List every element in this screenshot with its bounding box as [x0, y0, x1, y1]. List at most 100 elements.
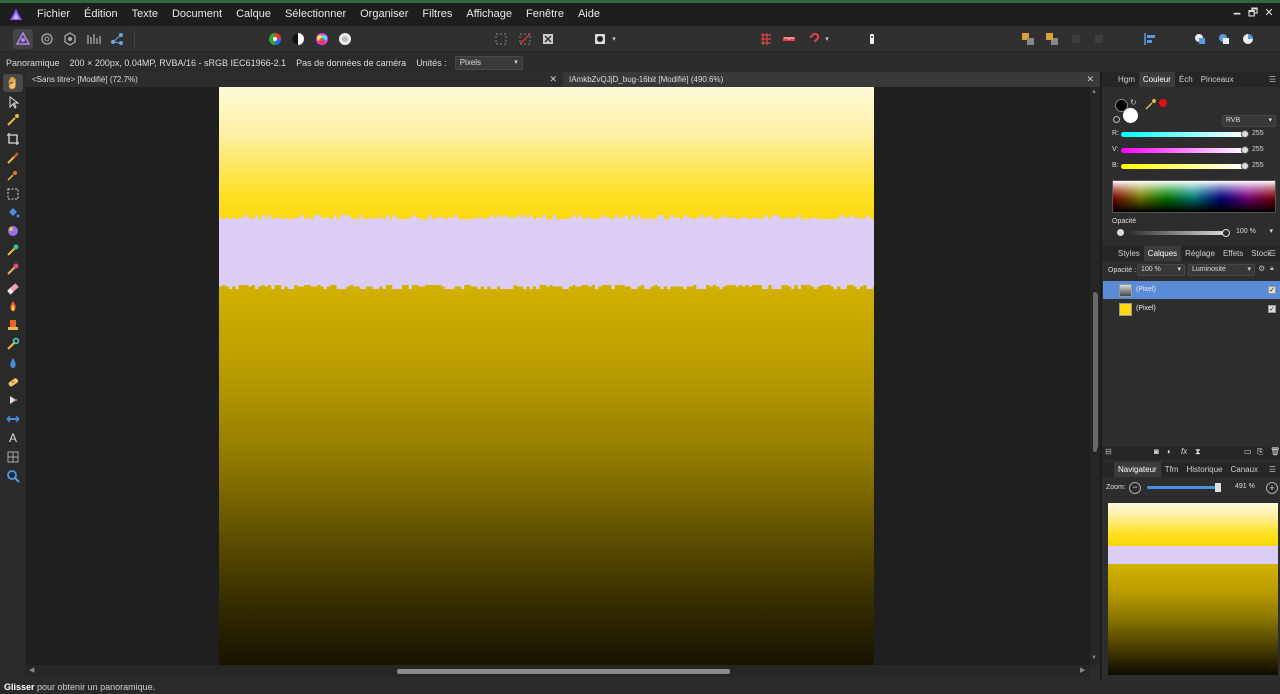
auto-colours-icon[interactable] [313, 30, 331, 48]
snapping-magnet-icon[interactable] [804, 30, 822, 48]
green-value[interactable]: 255 [1252, 146, 1264, 153]
horizontal-scrollbar-thumb[interactable] [397, 669, 730, 674]
erase-brush-tool-icon[interactable] [5, 280, 21, 296]
new-group-icon[interactable]: ▭ [1244, 447, 1252, 456]
pen-tool-icon[interactable] [5, 392, 21, 408]
navigator-panel-menu-icon[interactable]: ☰ [1269, 465, 1276, 474]
red-slider-knob[interactable] [1241, 130, 1249, 138]
view-hand-tool-icon[interactable] [3, 74, 23, 92]
opacity-value-field[interactable]: 100 % ▾ [1233, 227, 1276, 239]
auto-contrast-icon[interactable] [289, 30, 307, 48]
arrange-top-icon[interactable] [1090, 30, 1108, 48]
red-value[interactable]: 255 [1252, 130, 1264, 137]
quick-mask-dropdown-icon[interactable]: ▾ [609, 30, 619, 48]
tab-canaux[interactable]: Canaux [1226, 462, 1262, 477]
tab-styles[interactable]: Styles [1114, 246, 1144, 261]
menu-fichier[interactable]: Fichier [30, 3, 77, 26]
blue-slider-knob[interactable] [1241, 162, 1249, 170]
layer-visibility-checkbox[interactable]: ✓ [1268, 286, 1276, 294]
blend-options-gear-icon[interactable]: ⚙ [1258, 264, 1265, 273]
menu-selectionner[interactable]: Sélectionner [278, 3, 353, 26]
layers-panel-toggle-icon[interactable]: ⊟ [1105, 447, 1112, 456]
clone-brush-tool-icon[interactable] [5, 317, 21, 333]
tab-historique[interactable]: Historique [1182, 462, 1226, 477]
layers-scrollbar-thumb[interactable] [1094, 293, 1098, 448]
marquee-tool-icon[interactable] [5, 186, 21, 202]
scroll-left-icon[interactable]: ◀ [29, 666, 34, 674]
quick-mask-icon[interactable] [591, 30, 609, 48]
menu-filtres[interactable]: Filtres [415, 3, 459, 26]
zoom-value-field[interactable]: 491 % [1232, 482, 1262, 494]
snapping-grid-icon[interactable] [757, 30, 775, 48]
arrange-forward-icon[interactable] [1043, 30, 1061, 48]
stroke-colour-swatch[interactable] [1123, 108, 1138, 123]
navigator-thumbnail[interactable] [1108, 503, 1278, 675]
healing-brush-tool-icon[interactable] [5, 261, 21, 277]
tab-transform[interactable]: Tfm [1161, 462, 1183, 477]
tab-sans-titre-close-icon[interactable]: ✕ [549, 72, 557, 87]
boolean-intersect-icon[interactable] [1239, 30, 1257, 48]
colour-spectrum[interactable] [1112, 180, 1276, 213]
tab-pinceaux[interactable]: Pinceaux [1197, 72, 1238, 87]
auto-white-balance-icon[interactable] [336, 30, 354, 48]
blemish-removal-tool-icon[interactable] [5, 336, 21, 352]
layer-row[interactable]: (Pixel) ✓ [1103, 281, 1280, 299]
align-icon[interactable] [1141, 30, 1159, 48]
red-slider-track[interactable] [1121, 132, 1246, 137]
zoom-tool-icon[interactable] [5, 468, 21, 484]
zoom-out-button[interactable]: − [1129, 482, 1141, 494]
marquee-selection-icon[interactable] [492, 30, 510, 48]
invert-selection-icon[interactable] [539, 30, 557, 48]
photo-persona-icon[interactable] [13, 29, 33, 49]
menu-calque[interactable]: Calque [229, 3, 278, 26]
tab-reglage[interactable]: Réglage [1181, 246, 1219, 261]
boolean-add-icon[interactable] [1191, 30, 1209, 48]
text-tool-icon[interactable]: A [5, 430, 21, 446]
zoom-in-button[interactable]: + [1266, 482, 1278, 494]
develop-persona-icon[interactable] [61, 30, 79, 48]
snapping-dropdown-icon[interactable]: ▾ [822, 30, 832, 48]
mask-layer-icon[interactable]: ◙ [1154, 447, 1159, 456]
auto-levels-icon[interactable] [266, 30, 284, 48]
liquify-persona-icon[interactable] [38, 30, 56, 48]
layers-panel-menu-icon[interactable]: ☰ [1269, 249, 1276, 258]
opacity-slider-knob[interactable] [1222, 229, 1230, 237]
mesh-warp-tool-icon[interactable] [5, 449, 21, 465]
opacity-slider-track[interactable] [1130, 231, 1226, 235]
paint-brush-tool-icon[interactable] [5, 223, 21, 239]
menu-aide[interactable]: Aide [571, 3, 607, 26]
menu-edition[interactable]: Édition [77, 3, 125, 26]
colour-picker-tool-icon[interactable] [5, 112, 21, 128]
document-image[interactable] [219, 87, 874, 665]
delete-layer-icon[interactable]: 🗑︎ [1270, 447, 1280, 456]
tab-bug-16bit-close-icon[interactable]: ✕ [1086, 72, 1094, 87]
colour-model-select[interactable]: RVB ▾ [1222, 115, 1276, 127]
tab-couleur[interactable]: Couleur [1138, 72, 1175, 87]
scroll-down-icon[interactable]: ▼ [1091, 655, 1097, 661]
tab-sans-titre[interactable]: <Sans titre> [Modifié] (72.7%) ✕ [26, 72, 563, 87]
swap-colours-icon[interactable]: ↻ [1130, 98, 1137, 107]
adjustment-layer-icon[interactable]: ◐ [1167, 447, 1172, 456]
tab-histogram[interactable]: Hgm [1114, 72, 1139, 87]
boolean-subtract-icon[interactable] [1215, 30, 1233, 48]
blend-mode-select[interactable]: Luminosité ▾ [1188, 264, 1255, 276]
picked-colour-swatch[interactable] [1159, 99, 1167, 107]
menu-texte[interactable]: Texte [125, 3, 165, 26]
units-select[interactable]: Pixels ▾ [454, 55, 523, 70]
colour-picker-icon[interactable] [1145, 97, 1157, 115]
tab-navigateur[interactable]: Navigateur [1114, 462, 1161, 477]
zoom-slider-knob[interactable] [1215, 483, 1221, 492]
blue-slider-track[interactable] [1121, 164, 1246, 169]
scroll-right-icon[interactable]: ▶ [1080, 666, 1085, 674]
colour-replacement-tool-icon[interactable] [5, 242, 21, 258]
close-window-button[interactable]: ✕ [1258, 3, 1280, 23]
deselect-icon[interactable] [516, 30, 534, 48]
new-layer-icon[interactable]: ⎘ [1257, 447, 1263, 457]
canvas-area[interactable] [26, 87, 1090, 665]
flood-select-tool-icon[interactable] [5, 167, 21, 183]
flood-fill-tool-icon[interactable] [5, 205, 21, 221]
move-tool-icon[interactable] [5, 94, 21, 110]
blue-value[interactable]: 255 [1252, 162, 1264, 169]
blur-brush-tool-icon[interactable] [5, 355, 21, 371]
layer-row[interactable]: (Pixel) ✓ [1103, 300, 1280, 318]
